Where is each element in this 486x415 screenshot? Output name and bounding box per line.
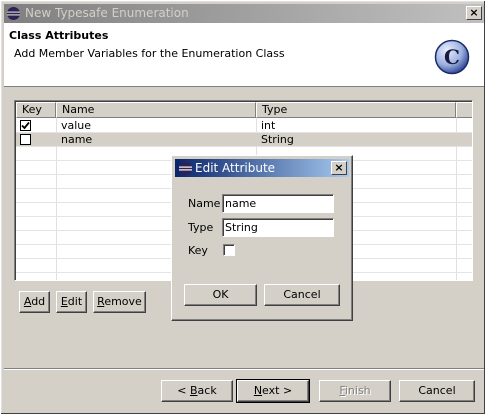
finish-button[interactable]: Finish bbox=[319, 380, 391, 402]
window-titlebar[interactable]: New Typesafe Enumeration × bbox=[4, 4, 484, 23]
name-label: Name bbox=[188, 197, 221, 210]
name-field[interactable]: name bbox=[222, 194, 334, 213]
type-label: Type bbox=[188, 221, 214, 234]
key-label: Key bbox=[188, 244, 208, 257]
eclipse-icon bbox=[7, 7, 20, 20]
class-icon: C bbox=[434, 39, 470, 75]
edit-button[interactable]: Edit bbox=[56, 291, 87, 313]
cell-name: value bbox=[61, 119, 92, 132]
dialog-close-button[interactable]: × bbox=[331, 161, 347, 175]
key-checkbox[interactable] bbox=[223, 244, 235, 256]
key-checkbox[interactable] bbox=[20, 120, 31, 131]
cell-name: name bbox=[61, 133, 93, 146]
ok-button[interactable]: OK bbox=[184, 284, 257, 306]
dialog-title: Edit Attribute bbox=[195, 161, 276, 175]
eclipse-icon bbox=[179, 162, 192, 175]
wizard-header: Class Attributes Add Member Variables fo… bbox=[4, 23, 484, 87]
type-field[interactable]: String bbox=[222, 218, 334, 237]
edit-attribute-dialog: Edit Attribute × Name name Type String K… bbox=[171, 155, 353, 321]
column-header-type[interactable]: Type bbox=[256, 102, 456, 118]
column-header-name[interactable]: Name bbox=[56, 102, 256, 118]
column-header-key[interactable]: Key bbox=[16, 102, 56, 118]
table-header: Key Name Type bbox=[16, 102, 472, 118]
table-row[interactable]: value int bbox=[16, 119, 472, 133]
dialog-cancel-button[interactable]: Cancel bbox=[264, 284, 340, 306]
dialog-titlebar[interactable]: Edit Attribute × bbox=[175, 159, 349, 177]
cell-type: String bbox=[261, 133, 294, 146]
key-checkbox[interactable] bbox=[20, 134, 31, 145]
column-header-filler bbox=[456, 102, 472, 118]
remove-button[interactable]: Remove bbox=[93, 291, 146, 313]
page-description: Add Member Variables for the Enumeration… bbox=[14, 47, 285, 60]
table-row[interactable]: name String bbox=[16, 133, 472, 147]
add-button[interactable]: Add bbox=[19, 291, 50, 313]
window-title: New Typesafe Enumeration bbox=[25, 6, 189, 20]
page-title: Class Attributes bbox=[9, 29, 109, 42]
back-button[interactable]: < Back bbox=[161, 380, 233, 402]
button-bar-separator bbox=[4, 368, 484, 370]
window-close-button[interactable]: × bbox=[466, 6, 482, 20]
class-icon-letter: C bbox=[444, 45, 460, 69]
cell-type: int bbox=[261, 119, 276, 132]
next-button[interactable]: Next > bbox=[236, 379, 310, 403]
cancel-button[interactable]: Cancel bbox=[399, 380, 475, 402]
checkmark-icon bbox=[21, 121, 30, 130]
